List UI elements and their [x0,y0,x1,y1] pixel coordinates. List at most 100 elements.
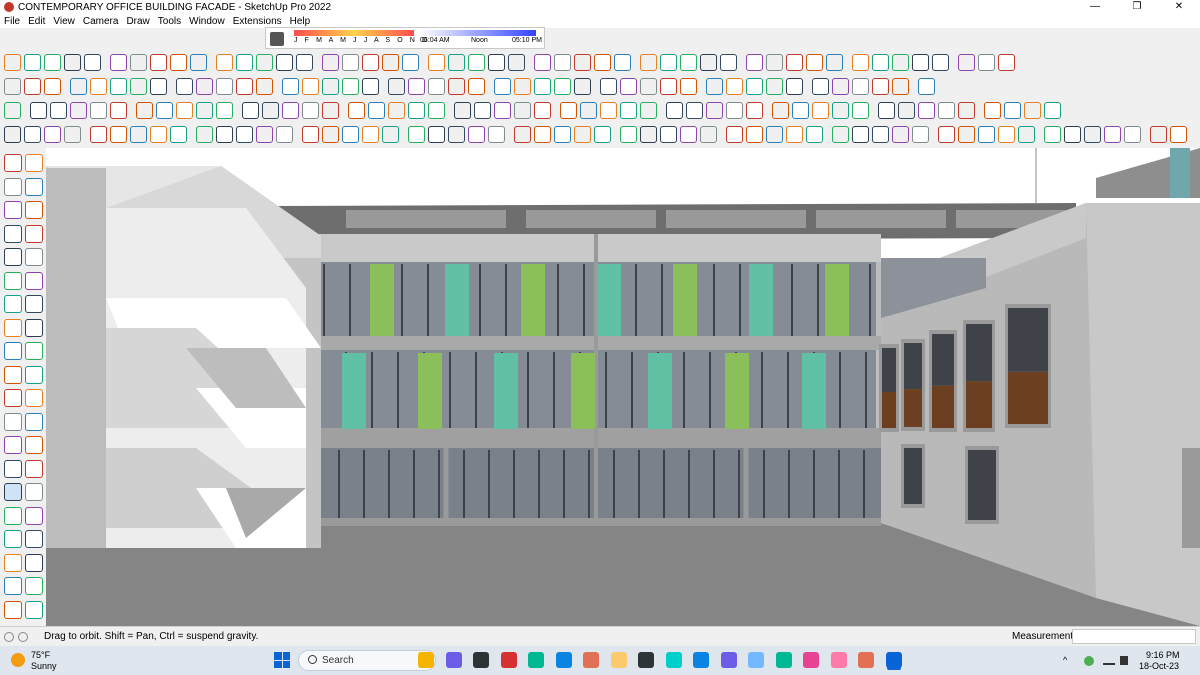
toolbar-tool-icon[interactable] [872,77,889,95]
toolbar-tool-icon[interactable] [90,101,107,119]
menu-window[interactable]: Window [189,16,225,27]
taskbar-app-icon[interactable] [555,652,572,668]
toolbar-tool-icon[interactable] [1024,101,1041,119]
toolbar-tool-icon[interactable] [1124,125,1141,143]
toolbar-tool-icon[interactable] [302,125,319,143]
toolbar-tool-icon[interactable] [726,101,743,119]
large-tool-icon[interactable] [25,224,43,243]
clock-date[interactable]: 18-Oct-23 [1139,661,1179,671]
toolbar-tool-icon[interactable] [746,101,763,119]
toolbar-tool-icon[interactable] [170,53,187,71]
toolbar-tool-icon[interactable] [620,101,637,119]
toolbar-tool-icon[interactable] [620,77,637,95]
toolbar-tool-icon[interactable] [156,101,173,119]
toolbar-tool-icon[interactable] [812,77,829,95]
taskbar-app-icon[interactable] [500,652,517,668]
toolbar-tool-icon[interactable] [1018,125,1035,143]
toolbar-tool-icon[interactable] [256,125,273,143]
toolbar-tool-icon[interactable] [932,53,949,71]
large-tool-icon[interactable] [4,600,22,619]
toolbar-tool-icon[interactable] [766,125,783,143]
toolbar-tool-icon[interactable] [580,101,597,119]
toolbar-tool-icon[interactable] [706,101,723,119]
large-tool-icon[interactable] [4,154,22,172]
toolbar-tool-icon[interactable] [368,101,385,119]
large-tool-icon[interactable] [25,342,43,360]
toolbar-tool-icon[interactable] [1170,125,1187,143]
toolbar-tool-icon[interactable] [276,125,293,143]
toolbar-tool-icon[interactable] [872,53,889,71]
toolbar-tool-icon[interactable] [448,53,465,71]
toolbar-tool-icon[interactable] [912,53,929,71]
sun-icon[interactable] [11,653,25,667]
toolbar-tool-icon[interactable] [296,53,313,71]
toolbar-tool-icon[interactable] [640,53,657,71]
toolbar-tool-icon[interactable] [534,53,551,71]
toolbar-tool-icon[interactable] [786,125,803,143]
shadows-toggle-icon[interactable] [270,32,284,46]
toolbar-tool-icon[interactable] [554,77,571,95]
toolbar-tool-icon[interactable] [574,53,591,71]
toolbar-tool-icon[interactable] [514,125,531,143]
toolbar-tool-icon[interactable] [514,77,531,95]
toolbar-tool-icon[interactable] [150,125,167,143]
toolbar-tool-icon[interactable] [978,125,995,143]
toolbar-tool-icon[interactable] [912,125,929,143]
toolbar-tool-icon[interactable] [852,77,869,95]
large-tool-icon[interactable] [4,530,22,548]
toolbar-tool-icon[interactable] [256,53,273,71]
toolbar-tool-icon[interactable] [766,53,783,71]
toolbar-tool-icon[interactable] [110,53,127,71]
toolbar-tool-icon[interactable] [918,77,935,95]
toolbar-tool-icon[interactable] [428,101,445,119]
toolbar-tool-icon[interactable] [4,77,21,95]
toolbar-tool-icon[interactable] [746,125,763,143]
toolbar-tool-icon[interactable] [382,125,399,143]
close-button[interactable]: ✕ [1158,0,1200,14]
menu-help[interactable]: Help [290,16,311,27]
toolbar-tool-icon[interactable] [24,77,41,95]
large-tool-icon[interactable] [4,318,22,337]
large-tool-icon[interactable] [4,342,22,360]
tray-app-icon[interactable] [1084,656,1094,666]
toolbar-tool-icon[interactable] [614,53,631,71]
toolbar-tool-icon[interactable] [998,125,1015,143]
toolbar-tool-icon[interactable] [832,101,849,119]
large-tool-icon[interactable] [25,483,43,501]
toolbar-tool-icon[interactable] [50,101,67,119]
toolbar-tool-icon[interactable] [680,53,697,71]
toolbar-tool-icon[interactable] [574,77,591,95]
toolbar-tool-icon[interactable] [176,77,193,95]
toolbar-tool-icon[interactable] [388,77,405,95]
large-tool-icon[interactable] [25,459,43,478]
toolbar-tool-icon[interactable] [832,77,849,95]
taskbar-app-icon[interactable] [610,652,627,668]
toolbar-tool-icon[interactable] [700,125,717,143]
toolbar-tool-icon[interactable] [640,125,657,143]
taskbar-app-icon[interactable] [638,652,654,668]
large-tool-icon[interactable] [4,389,22,407]
toolbar-tool-icon[interactable] [594,125,611,143]
toolbar-tool-icon[interactable] [726,125,743,143]
taskbar-app-icon[interactable] [720,652,737,668]
toolbar-tool-icon[interactable] [342,77,359,95]
toolbar-tool-icon[interactable] [302,101,319,119]
toolbar-tool-icon[interactable] [4,125,21,143]
toolbar-tool-icon[interactable] [826,53,843,71]
toolbar-tool-icon[interactable] [30,101,47,119]
taskbar-app-icon[interactable] [748,652,764,668]
toolbar-tool-icon[interactable] [216,101,233,119]
taskbar-app-icon[interactable] [830,652,847,668]
toolbar-tool-icon[interactable] [322,53,339,71]
toolbar-tool-icon[interactable] [428,77,445,95]
toolbar-tool-icon[interactable] [660,53,677,71]
large-tool-icon[interactable] [25,318,43,337]
toolbar-tool-icon[interactable] [362,77,379,95]
toolbar-tool-icon[interactable] [84,53,101,71]
toolbar-tool-icon[interactable] [382,53,399,71]
taskbar-search[interactable]: Search [298,650,436,671]
menu-tools[interactable]: Tools [158,16,181,27]
toolbar-tool-icon[interactable] [878,101,895,119]
toolbar-tool-icon[interactable] [262,101,279,119]
menu-extensions[interactable]: Extensions [233,16,282,27]
